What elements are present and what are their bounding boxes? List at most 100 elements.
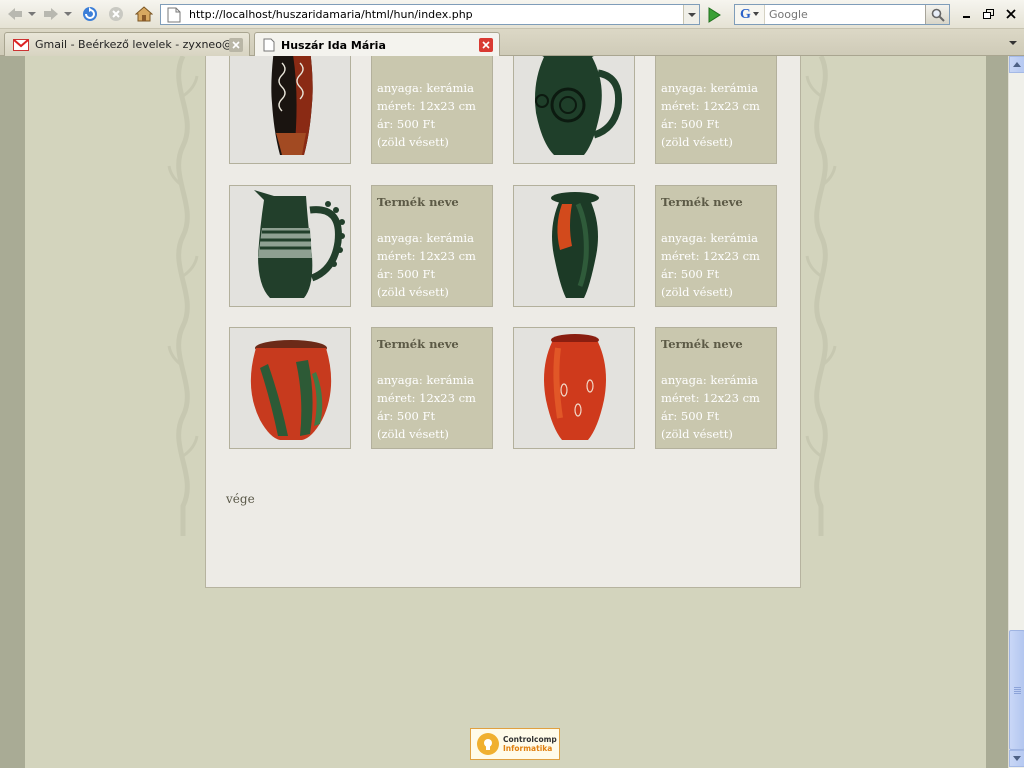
- close-icon: [232, 40, 240, 49]
- tab-strip: Gmail - Beérkező levelek - zyxneo@gm... …: [0, 29, 1024, 57]
- product-size: méret: 12x23 cm: [661, 249, 760, 263]
- product-photo[interactable]: [229, 185, 351, 307]
- product-name: Termék neve: [377, 195, 459, 209]
- vertical-scrollbar[interactable]: [1008, 56, 1024, 768]
- red-vase-image: [514, 328, 634, 448]
- google-icon: G: [740, 6, 751, 22]
- product-price: ár: 500 Ft: [377, 117, 436, 131]
- chevron-up-icon: [1013, 62, 1021, 67]
- chevron-down-icon: [1009, 41, 1017, 45]
- minimize-icon: [963, 16, 970, 18]
- product-name: Termék neve: [661, 337, 743, 351]
- search-button[interactable]: [925, 5, 949, 24]
- product-size: méret: 12x23 cm: [377, 99, 476, 113]
- product-note: (zöld vésett): [377, 135, 449, 149]
- scroll-up-button[interactable]: [1009, 56, 1024, 73]
- home-button[interactable]: [133, 4, 155, 24]
- product-size: méret: 12x23 cm: [661, 391, 760, 405]
- url-text[interactable]: http://localhost/huszaridamaria/html/hun…: [189, 8, 683, 21]
- product-note: (zöld vésett): [377, 427, 449, 441]
- tab-label: Gmail - Beérkező levelek - zyxneo@gm...: [35, 38, 229, 51]
- forward-button[interactable]: [40, 4, 62, 24]
- product-photo[interactable]: [513, 56, 635, 164]
- restore-icon: [983, 9, 994, 19]
- reload-button[interactable]: [80, 4, 100, 24]
- jug-image: [230, 186, 350, 306]
- tab-gmail[interactable]: Gmail - Beérkező levelek - zyxneo@gm...: [4, 32, 250, 56]
- product-photo[interactable]: [229, 56, 351, 164]
- product-price: ár: 500 Ft: [377, 409, 436, 423]
- browser-toolbar: http://localhost/huszaridamaria/html/hun…: [0, 0, 1024, 29]
- magnifier-icon: [931, 8, 945, 22]
- product-name: Termék neve: [377, 56, 492, 79]
- product-description: Termék neve anyaga: kerámia méret: 12x23…: [655, 56, 777, 164]
- product-size: méret: 12x23 cm: [377, 249, 476, 263]
- window-controls: [958, 6, 1020, 22]
- product-note: (zöld vésett): [661, 135, 733, 149]
- product-note: (zöld vésett): [377, 285, 449, 299]
- product-material: anyaga: kerámia: [377, 373, 474, 387]
- tab-huszar-ida-maria[interactable]: Huszár Ida Mária: [254, 32, 500, 57]
- product-material: anyaga: kerámia: [377, 231, 474, 245]
- product-photo[interactable]: [229, 327, 351, 449]
- url-bar[interactable]: http://localhost/huszaridamaria/html/hun…: [160, 4, 700, 25]
- controlcomp-logo-link[interactable]: Controlcomp Informatika: [470, 728, 560, 760]
- stop-icon: [109, 7, 123, 21]
- product-size: méret: 12x23 cm: [377, 391, 476, 405]
- back-arrow-icon: [8, 8, 22, 20]
- tab-list-button[interactable]: [1006, 35, 1020, 51]
- product-price: ár: 500 Ft: [661, 117, 720, 131]
- forward-history-dropdown[interactable]: [62, 4, 74, 24]
- product-description: Termék neve anyaga: kerámia méret: 12x23…: [655, 327, 777, 449]
- product-name: Termék neve: [377, 337, 459, 351]
- product-price: ár: 500 Ft: [377, 267, 436, 281]
- product-note: (zöld vésett): [661, 427, 733, 441]
- forward-arrow-icon: [44, 8, 58, 20]
- head-silhouette-icon: [484, 739, 492, 750]
- jug-image: [514, 56, 634, 163]
- chevron-down-icon: [687, 12, 696, 17]
- home-icon: [135, 6, 153, 22]
- search-engine-selector[interactable]: G: [735, 5, 765, 24]
- product-size: méret: 12x23 cm: [661, 99, 760, 113]
- scroll-down-button[interactable]: [1009, 750, 1024, 767]
- tab-close-button[interactable]: [479, 38, 493, 52]
- controlcomp-logo-icon: [477, 733, 499, 755]
- close-window-button[interactable]: [1002, 6, 1020, 22]
- product-photo[interactable]: [513, 327, 635, 449]
- back-button[interactable]: [4, 4, 26, 24]
- tab-close-button[interactable]: [229, 37, 243, 52]
- product-description: Termék neve anyaga: kerámia méret: 12x23…: [371, 327, 493, 449]
- search-input[interactable]: [765, 8, 925, 21]
- go-button[interactable]: [704, 5, 724, 25]
- stop-button[interactable]: [106, 4, 126, 24]
- reload-icon: [83, 7, 97, 21]
- search-box[interactable]: G: [734, 4, 950, 25]
- page-margin-left: [0, 56, 25, 768]
- product-material: anyaga: kerámia: [377, 81, 474, 95]
- page-icon: [263, 38, 275, 52]
- product-material: anyaga: kerámia: [661, 81, 758, 95]
- vine-ornament-left: [167, 56, 199, 536]
- product-note: (zöld vésett): [661, 285, 733, 299]
- chevron-down-icon: [752, 12, 759, 16]
- bowl-vase-image: [230, 328, 350, 448]
- back-history-dropdown[interactable]: [26, 4, 38, 24]
- chevron-down-icon: [1013, 756, 1021, 761]
- minimize-button[interactable]: [958, 6, 976, 22]
- page-margin-right: [986, 56, 1008, 768]
- product-name: Termék neve: [661, 56, 776, 79]
- logo-line2: Informatika: [503, 744, 553, 753]
- product-description: Termék neve anyaga: kerámia méret: 12x23…: [371, 185, 493, 307]
- vase-image: [230, 56, 350, 163]
- close-icon: [1006, 9, 1016, 19]
- page-end-text: vége: [226, 492, 255, 506]
- logo-line1: Controlcomp: [503, 735, 557, 744]
- restore-button[interactable]: [980, 6, 998, 22]
- close-icon: [482, 41, 490, 49]
- url-history-dropdown[interactable]: [683, 5, 699, 24]
- page-icon: [167, 7, 181, 22]
- scroll-thumb[interactable]: [1009, 630, 1024, 750]
- product-photo[interactable]: [513, 185, 635, 307]
- product-price: ár: 500 Ft: [661, 409, 720, 423]
